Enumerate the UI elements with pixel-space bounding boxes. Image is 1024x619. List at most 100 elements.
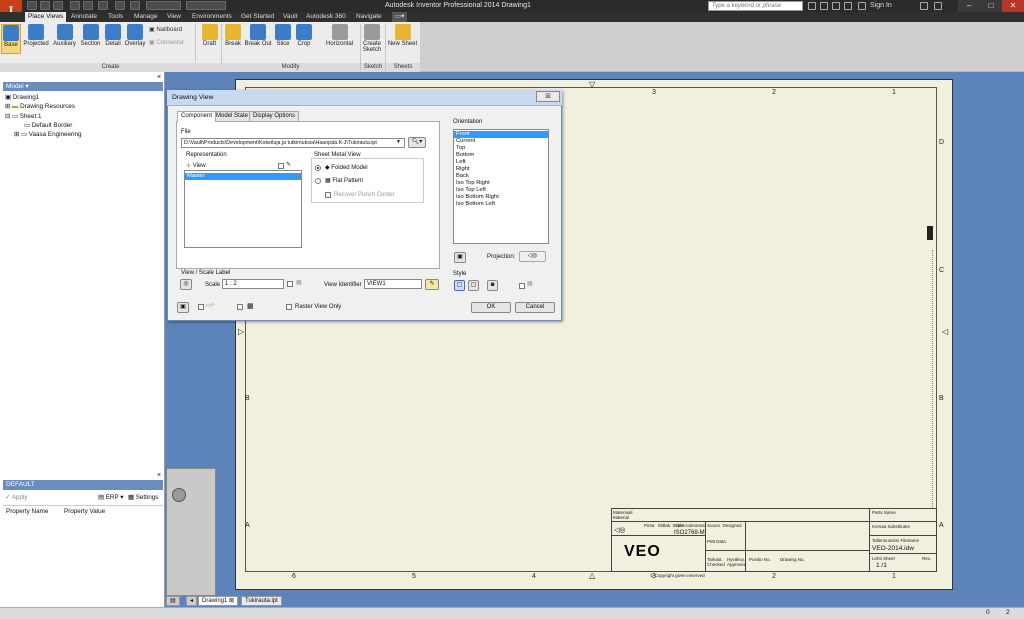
- folded-model-radio[interactable]: [315, 165, 321, 171]
- settings-button[interactable]: ▦ Settings: [128, 494, 158, 501]
- list-item[interactable]: Top: [454, 145, 465, 152]
- tab-vault[interactable]: Vault: [280, 12, 300, 22]
- tab-manage[interactable]: Manage: [131, 12, 161, 22]
- nailboard-button[interactable]: ▣ Nailboard: [149, 26, 182, 33]
- help-icon[interactable]: [934, 2, 942, 10]
- tab-place-views[interactable]: Place Views: [25, 12, 67, 22]
- tab-view[interactable]: View: [164, 12, 184, 22]
- tab-model-state[interactable]: Model State: [212, 111, 253, 121]
- horizontal-button[interactable]: Horizontal: [322, 24, 357, 54]
- change-view-orientation-button[interactable]: ▣: [454, 252, 466, 263]
- list-item[interactable]: Back: [454, 173, 469, 180]
- communication-icon[interactable]: [832, 2, 840, 10]
- base-view-button[interactable]: Base: [1, 24, 21, 54]
- suppress-checkbox[interactable]: [198, 304, 204, 310]
- sign-in-link[interactable]: Sign In: [870, 2, 892, 9]
- overlay-view-button[interactable]: Overlay: [124, 24, 146, 54]
- view-identifier-input[interactable]: VIEW1: [364, 279, 422, 289]
- projected-view-button[interactable]: Projected: [22, 24, 50, 54]
- exchange-icon[interactable]: [920, 2, 928, 10]
- edit-view-label-button[interactable]: ✎: [425, 279, 439, 290]
- list-item[interactable]: Iso Bottom Left: [454, 201, 495, 208]
- draft-view-button[interactable]: Draft: [199, 24, 220, 54]
- connector-button[interactable]: ▣ Connector: [149, 39, 184, 46]
- create-sketch-button[interactable]: Create Sketch: [361, 24, 383, 54]
- shaded-button[interactable]: ◙: [487, 280, 498, 291]
- tree-item-sheet[interactable]: ⊟ ▭ Sheet:1: [5, 113, 41, 120]
- hidden-line-button[interactable]: ▢: [454, 280, 465, 291]
- tab-get-started[interactable]: Get Started: [238, 12, 277, 22]
- rep-associative-checkbox[interactable]: [278, 163, 284, 169]
- user-icon[interactable]: [858, 2, 866, 10]
- list-item[interactable]: Iso Top Right: [454, 180, 490, 187]
- minimize-button[interactable]: –: [958, 0, 980, 12]
- cancel-button[interactable]: Cancel: [515, 302, 555, 313]
- list-item[interactable]: Front: [454, 131, 548, 138]
- redo-icon[interactable]: [83, 1, 93, 10]
- list-item[interactable]: Right: [454, 166, 470, 173]
- navigation-wheel-icon[interactable]: [172, 488, 186, 502]
- close-button[interactable]: ✕: [1002, 0, 1024, 12]
- properties-close-icon[interactable]: ×: [157, 472, 161, 479]
- break-button[interactable]: Break: [223, 24, 243, 54]
- open-icon[interactable]: [40, 1, 50, 10]
- raster-view-checkbox[interactable]: [286, 304, 292, 310]
- tab-navigate[interactable]: Navigate: [353, 12, 385, 22]
- toggle-label-visibility-button[interactable]: ◎: [180, 279, 192, 290]
- tree-item-vaasa-engineering[interactable]: ⊞ ▭ Vaasa Engineering: [14, 131, 81, 138]
- list-item[interactable]: Iso Top Left: [454, 187, 486, 194]
- detail-view-button[interactable]: Detail: [103, 24, 123, 54]
- search-input[interactable]: Type a keyword or phrase: [708, 1, 803, 11]
- dropdown-arrow-icon[interactable]: ▼: [396, 139, 401, 145]
- doc-tab-tukirauta[interactable]: Tukirauta.ipt: [241, 596, 282, 606]
- new-sheet-button[interactable]: New Sheet: [386, 24, 419, 54]
- list-item[interactable]: Left: [454, 159, 466, 166]
- tree-item-default-border[interactable]: ▭ Default Border: [24, 122, 72, 129]
- save-icon[interactable]: [53, 1, 63, 10]
- maximize-button[interactable]: □: [980, 0, 1002, 12]
- section-view-button[interactable]: Section: [79, 24, 102, 54]
- tab-environments[interactable]: Environments: [189, 12, 235, 22]
- tree-item-drawing-resources[interactable]: ⊞ ▬ Drawing Resources: [5, 103, 75, 110]
- scale-edit-checkbox[interactable]: [287, 281, 293, 287]
- file-path-dropdown[interactable]: D:\Vault\Products\Development\Kokeiluja …: [181, 138, 405, 148]
- undo-icon[interactable]: [70, 1, 80, 10]
- material-dropdown[interactable]: [146, 1, 181, 10]
- projection-type-button[interactable]: ◁◎: [519, 251, 546, 262]
- tree-item-drawing[interactable]: ▣ Drawing1: [5, 94, 39, 101]
- erp-button[interactable]: ▤ ERP ▾: [98, 494, 123, 501]
- browser-close-icon[interactable]: ×: [157, 74, 161, 81]
- recover-punch-checkbox[interactable]: [325, 192, 331, 198]
- return-icon[interactable]: [115, 1, 125, 10]
- browser-header[interactable]: Model ▾: [3, 82, 163, 91]
- tab-annotate[interactable]: Annotate: [68, 12, 100, 22]
- align-checkbox[interactable]: [237, 304, 243, 310]
- ribbon-options-icon[interactable]: ▭▾: [392, 12, 408, 22]
- new-icon[interactable]: [27, 1, 37, 10]
- list-item[interactable]: Master: [185, 173, 301, 180]
- favorites-icon[interactable]: [844, 2, 852, 10]
- slice-button[interactable]: Slice: [273, 24, 293, 54]
- appearance-dropdown[interactable]: [186, 1, 226, 10]
- style-from-base-checkbox[interactable]: [519, 283, 525, 289]
- doc-tab-drawing1[interactable]: Drawing1 ⊠: [198, 596, 239, 606]
- flat-pattern-radio[interactable]: [315, 178, 321, 184]
- scale-dropdown[interactable]: 1 : 2: [222, 279, 284, 289]
- dialog-title-bar[interactable]: Drawing View: [167, 90, 562, 106]
- tab-autodesk-360[interactable]: Autodesk 360: [303, 12, 349, 22]
- open-file-button[interactable]: 🔍︎▾: [408, 137, 426, 148]
- list-item[interactable]: Bottom: [454, 152, 474, 159]
- representation-list[interactable]: [184, 170, 302, 248]
- search-icon[interactable]: [808, 2, 816, 10]
- dialog-close-button[interactable]: ☒: [536, 91, 560, 102]
- dialog-options-button[interactable]: ▣: [177, 302, 189, 313]
- auxiliary-view-button[interactable]: Auxiliary: [51, 24, 78, 54]
- list-item[interactable]: Iso Bottom Right: [454, 194, 499, 201]
- print-icon[interactable]: [98, 1, 108, 10]
- hidden-line-removed-button[interactable]: ▢: [468, 280, 479, 291]
- ok-button[interactable]: OK: [471, 302, 511, 313]
- crop-button[interactable]: Crop: [294, 24, 314, 54]
- doc-tab-menu-icon[interactable]: ▤: [166, 596, 180, 606]
- tab-display-options[interactable]: Display Options: [249, 111, 300, 121]
- break-out-button[interactable]: Break Out: [244, 24, 272, 54]
